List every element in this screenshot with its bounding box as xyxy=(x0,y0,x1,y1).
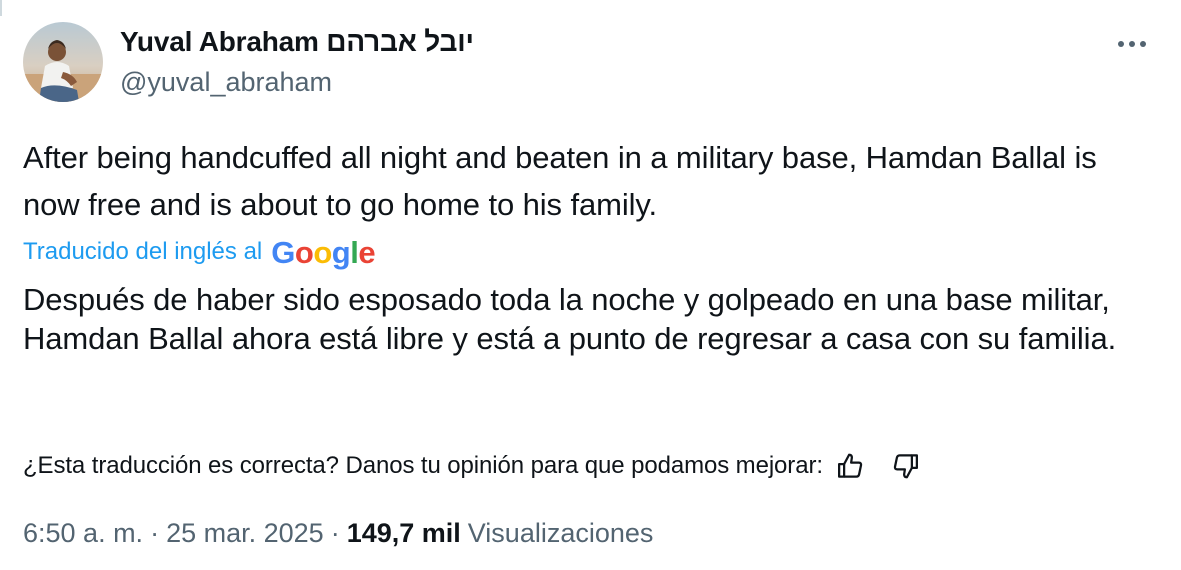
tweet-date-link[interactable]: 25 mar. 2025 xyxy=(166,518,324,549)
thumbs-down-icon xyxy=(893,454,918,479)
ellipsis-horizontal-icon xyxy=(1118,41,1146,47)
thumbs-up-icon xyxy=(837,453,863,478)
more-options-button[interactable] xyxy=(1112,24,1152,64)
google-logo: Google xyxy=(271,234,376,270)
tweet-metadata: 6:50 a. m. · 25 mar. 2025 · 149,7 mil Vi… xyxy=(23,513,653,553)
views-count: 149,7 mil xyxy=(346,517,461,548)
meta-separator: · xyxy=(150,517,160,548)
meta-separator: · xyxy=(330,517,340,548)
tweet-time-link[interactable]: 6:50 a. m. xyxy=(23,518,143,549)
translated-text: Después de haber sido esposado toda la n… xyxy=(23,282,1117,356)
translation-feedback: ¿Esta traducción es correcta? Danos tu o… xyxy=(23,446,925,486)
feedback-prompt: ¿Esta traducción es correcta? Danos tu o… xyxy=(23,452,823,479)
translated-from-label: Traducido del inglés al xyxy=(23,238,263,265)
thumbs-down-button[interactable] xyxy=(885,446,925,486)
thumbs-up-button[interactable] xyxy=(831,446,871,486)
author-display-name[interactable]: Yuval Abraham יובל אברהם xyxy=(120,26,474,58)
tweet-card: Yuval Abraham יובל אברהם @yuval_abraham … xyxy=(0,0,1181,570)
avatar-photo xyxy=(23,22,103,102)
avatar[interactable] xyxy=(23,22,103,102)
tweet-text: After being handcuffed all night and bea… xyxy=(23,140,1097,222)
translation-attribution: Traducido del inglés al Google xyxy=(23,234,376,270)
views-label: Visualizaciones xyxy=(467,517,654,548)
author-handle[interactable]: @yuval_abraham xyxy=(120,67,332,98)
thread-connector-line xyxy=(0,0,2,16)
